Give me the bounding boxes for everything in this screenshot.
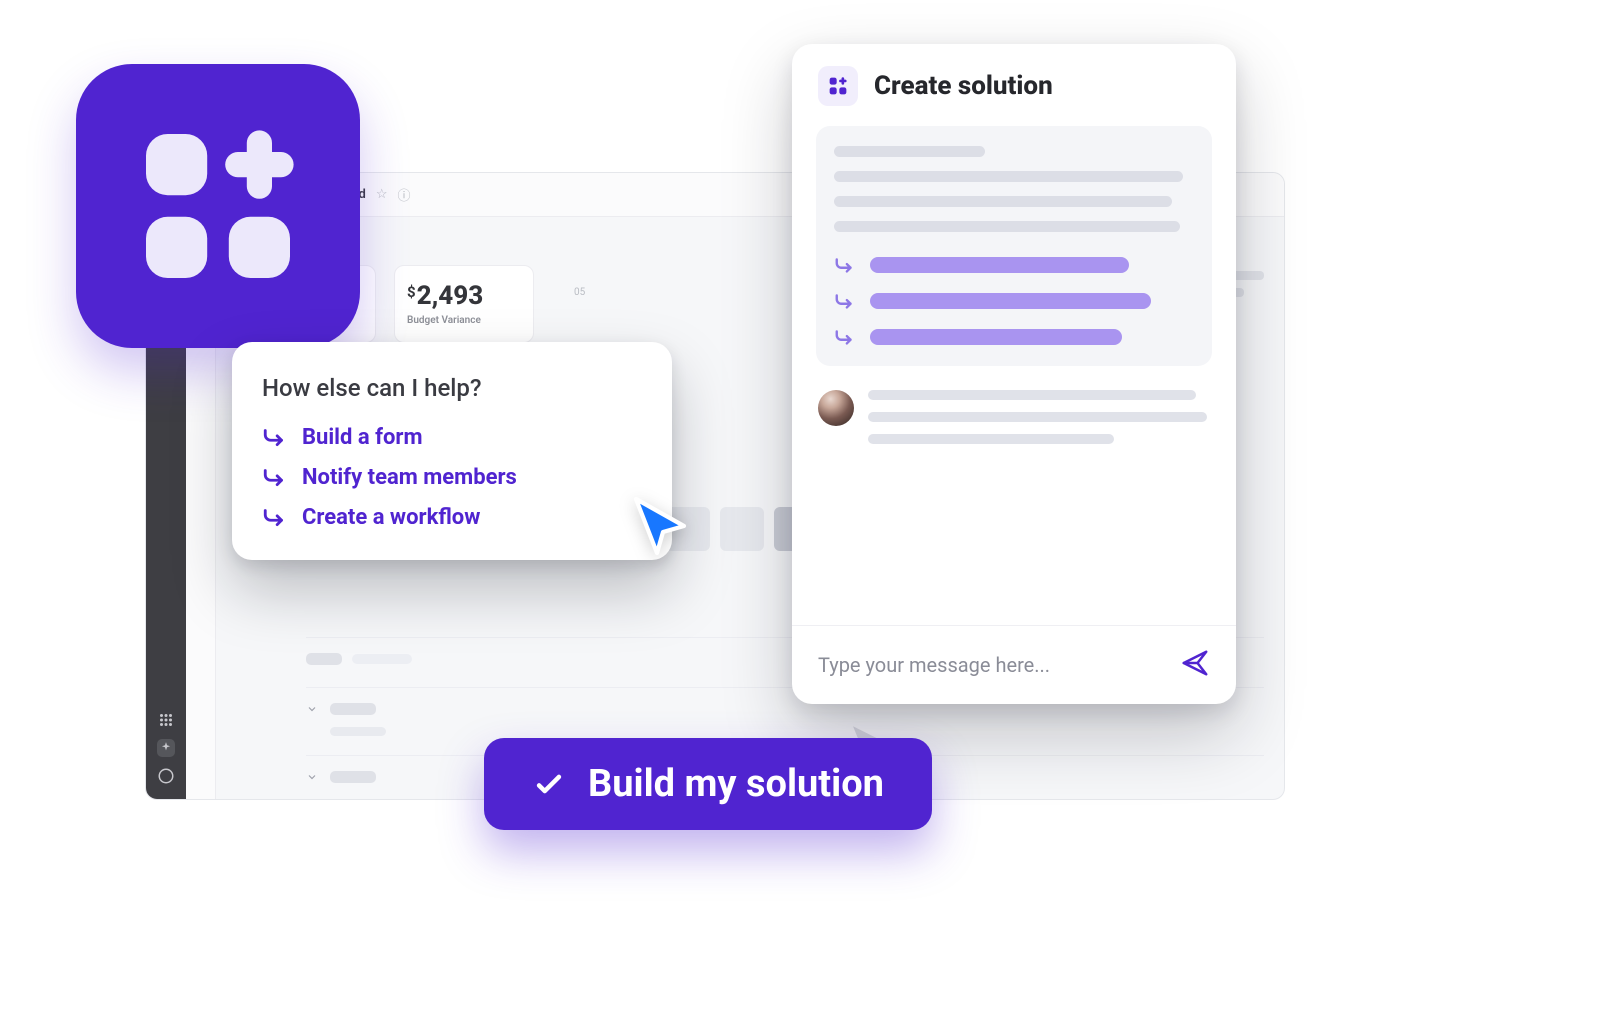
suggestion-label: Create a workflow bbox=[302, 505, 480, 530]
suggestion-build-form[interactable]: Build a form bbox=[262, 424, 642, 450]
placeholder-bar bbox=[870, 257, 1129, 273]
cursor-icon bbox=[624, 490, 696, 562]
build-solution-button[interactable]: Build my solution bbox=[484, 738, 932, 830]
placeholder-line bbox=[834, 146, 985, 157]
suggestion-create-workflow[interactable]: Create a workflow bbox=[262, 504, 642, 530]
placeholder-bar bbox=[306, 653, 342, 665]
chat-logo-icon bbox=[818, 66, 858, 106]
metric-card-budget-variance[interactable]: $2,493 Budget Variance bbox=[394, 265, 534, 343]
reply-arrow-icon bbox=[834, 290, 856, 312]
placeholder-line bbox=[834, 221, 1180, 232]
placeholder-bar bbox=[870, 329, 1122, 345]
chevron-down-icon[interactable] bbox=[306, 703, 318, 715]
help-circle-icon[interactable] bbox=[157, 767, 175, 785]
suggestion-notify-team[interactable]: Notify team members bbox=[262, 464, 642, 490]
placeholder-bar bbox=[330, 727, 386, 736]
chat-input[interactable]: Type your message here... bbox=[818, 653, 1050, 677]
placeholder-line bbox=[868, 390, 1196, 400]
ai-suggestion[interactable] bbox=[834, 290, 1194, 312]
app-tile-icon bbox=[76, 64, 360, 348]
star-icon[interactable]: ☆ bbox=[376, 187, 388, 202]
user-avatar bbox=[818, 390, 854, 426]
suggestion-label: Build a form bbox=[302, 425, 423, 450]
metric-label: Budget Variance bbox=[407, 315, 521, 326]
ai-suggestion[interactable] bbox=[834, 326, 1194, 348]
placeholder-bar bbox=[870, 293, 1151, 309]
metric-value: $2,493 bbox=[407, 283, 521, 309]
placeholder-line bbox=[868, 434, 1114, 444]
user-message bbox=[816, 390, 1212, 456]
ai-suggestion[interactable] bbox=[834, 254, 1194, 276]
apps-grid-icon[interactable] bbox=[157, 711, 175, 729]
suggestion-label: Notify team members bbox=[302, 465, 517, 490]
placeholder-bar bbox=[330, 703, 376, 715]
sparkle-icon[interactable] bbox=[157, 739, 175, 757]
axis-tick: 05 bbox=[552, 265, 585, 343]
chat-title: Create solution bbox=[874, 71, 1053, 101]
placeholder-bar bbox=[352, 654, 412, 664]
reply-arrow-icon bbox=[834, 326, 856, 348]
reply-arrow-icon bbox=[262, 424, 288, 450]
help-popover-title: How else can I help? bbox=[262, 374, 642, 402]
chat-panel: Create solution bbox=[792, 44, 1236, 704]
chat-header: Create solution bbox=[792, 44, 1236, 116]
chevron-down-icon[interactable] bbox=[306, 771, 318, 783]
send-button[interactable] bbox=[1180, 648, 1210, 682]
reply-arrow-icon bbox=[834, 254, 856, 276]
placeholder-block bbox=[720, 507, 764, 551]
cta-label: Build my solution bbox=[588, 762, 884, 806]
check-icon bbox=[532, 767, 566, 801]
reply-arrow-icon bbox=[262, 464, 288, 490]
placeholder-line bbox=[868, 412, 1207, 422]
reply-arrow-icon bbox=[262, 504, 288, 530]
placeholder-bar bbox=[330, 771, 376, 783]
placeholder-line bbox=[834, 196, 1172, 207]
placeholder-line bbox=[834, 171, 1183, 182]
info-icon[interactable]: ⓘ bbox=[397, 185, 410, 204]
ai-message bbox=[816, 126, 1212, 366]
chat-input-row: Type your message here... bbox=[792, 625, 1236, 704]
help-popover: How else can I help? Build a form Notify… bbox=[232, 342, 672, 560]
